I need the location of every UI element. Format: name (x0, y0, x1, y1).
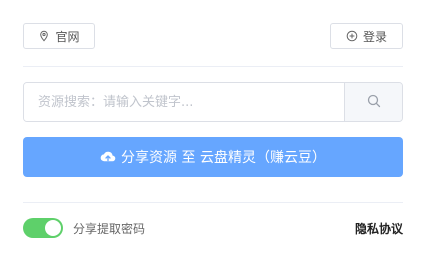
official-site-label: 官网 (55, 29, 80, 44)
footer-bar: 分享提取密码 隐私协议 (23, 217, 403, 239)
search-input[interactable] (24, 83, 344, 121)
privacy-policy-link[interactable]: 隐私协议 (355, 220, 403, 237)
share-password-label: 分享提取密码 (73, 221, 146, 236)
login-button[interactable]: 登录 (330, 23, 403, 49)
share-resource-label: 分享资源 至 云盘精灵（赚云豆） (121, 150, 326, 166)
cloud-upload-icon (100, 150, 116, 164)
official-site-button[interactable]: 官网 (23, 23, 95, 49)
search-icon (367, 93, 381, 112)
share-resource-button[interactable]: 分享资源 至 云盘精灵（赚云豆） (23, 137, 403, 177)
toggle-knob (45, 220, 61, 236)
search-button[interactable] (344, 83, 402, 121)
location-pin-icon (38, 30, 50, 42)
share-password-toggle[interactable] (23, 218, 63, 238)
search-box (23, 82, 403, 122)
plus-circle-icon (346, 30, 358, 42)
divider (23, 66, 403, 67)
login-label: 登录 (362, 29, 387, 44)
header-bar: 官网 登录 (23, 23, 403, 51)
divider (23, 202, 403, 203)
